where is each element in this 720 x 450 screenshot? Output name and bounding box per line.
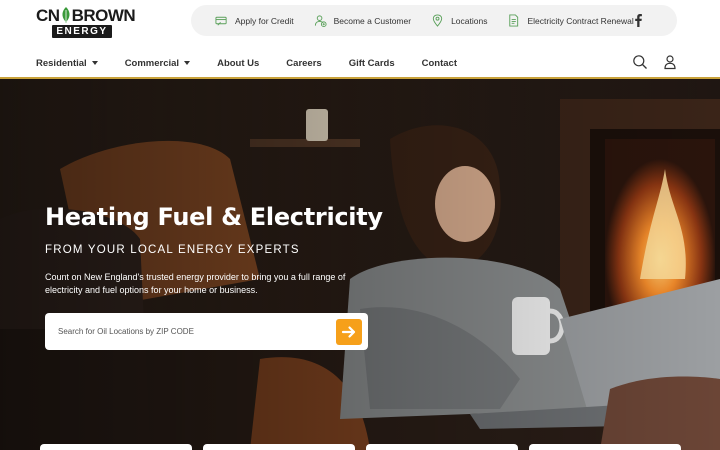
chevron-down-icon [184,61,191,65]
nav-label: About Us [217,57,260,69]
logo-text-energy: ENERGY [52,25,112,38]
feature-card[interactable] [366,444,518,450]
zip-search-input[interactable] [45,313,330,350]
utility-locations[interactable]: Locations [431,14,487,27]
utility-electricity-contract-renewal[interactable]: Electricity Contract Renewal [507,14,634,27]
hero-title: Heating Fuel & Electricity [45,203,383,231]
add-user-icon [314,15,327,27]
utility-label: Electricity Contract Renewal [527,15,634,26]
nav-icon-group [632,54,692,70]
search-icon[interactable] [632,54,648,70]
page: CN BROWN ENERGY Apply for Credit Become a… [0,0,720,450]
nav-label: Gift Cards [348,57,395,69]
utility-label: Locations [451,15,488,26]
logo-wordmark: CN BROWN [36,6,136,26]
logo-text-cn: CN [36,6,60,25]
chevron-down-icon [91,61,98,65]
logo[interactable]: CN BROWN ENERGY [36,6,136,38]
utility-apply-for-credit[interactable]: Apply for Credit [215,14,294,27]
nav-careers[interactable]: Careers [286,58,321,69]
zip-search-box [45,313,368,350]
utility-nav: Apply for Credit Become a Customer Locat… [191,5,677,36]
nav-label: Contact [421,57,457,69]
feature-cards [0,444,720,450]
nav-label: Commercial [124,57,180,69]
main-nav: Residential Commercial About Us Careers … [36,56,484,70]
arrow-right-icon [341,326,356,338]
site-header: CN BROWN ENERGY Apply for Credit Become a… [0,0,720,79]
nav-contact[interactable]: Contact [422,58,457,69]
hero-description: Count on New England's trusted energy pr… [45,272,346,295]
leaf-icon [62,7,70,23]
feature-card[interactable] [203,444,355,450]
facebook-icon[interactable] [633,13,643,27]
user-icon[interactable] [662,54,678,70]
utility-become-a-customer[interactable]: Become a Customer [314,14,411,27]
nav-label: Residential [36,57,87,69]
nav-gift-cards[interactable]: Gift Cards [349,58,395,69]
nav-label: Careers [286,57,322,69]
nav-residential[interactable]: Residential [36,58,98,69]
logo-text-brown: BROWN [71,6,136,25]
utility-label: Apply for Credit [235,15,294,26]
search-submit-button[interactable] [336,319,362,345]
nav-about-us[interactable]: About Us [217,58,259,69]
map-pin-icon [432,14,443,27]
hero-content: Heating Fuel & Electricity FROM YOUR LOC… [45,203,385,297]
feature-card[interactable] [529,444,681,450]
nav-commercial[interactable]: Commercial [124,57,191,69]
hero-subtitle: FROM YOUR LOCAL ENERGY EXPERTS [45,244,300,256]
credit-card-icon [215,16,227,26]
hero-banner: Heating Fuel & Electricity FROM YOUR LOC… [0,79,720,450]
feature-card[interactable] [40,444,192,450]
utility-label: Become a Customer [333,15,412,26]
document-icon [509,14,519,27]
